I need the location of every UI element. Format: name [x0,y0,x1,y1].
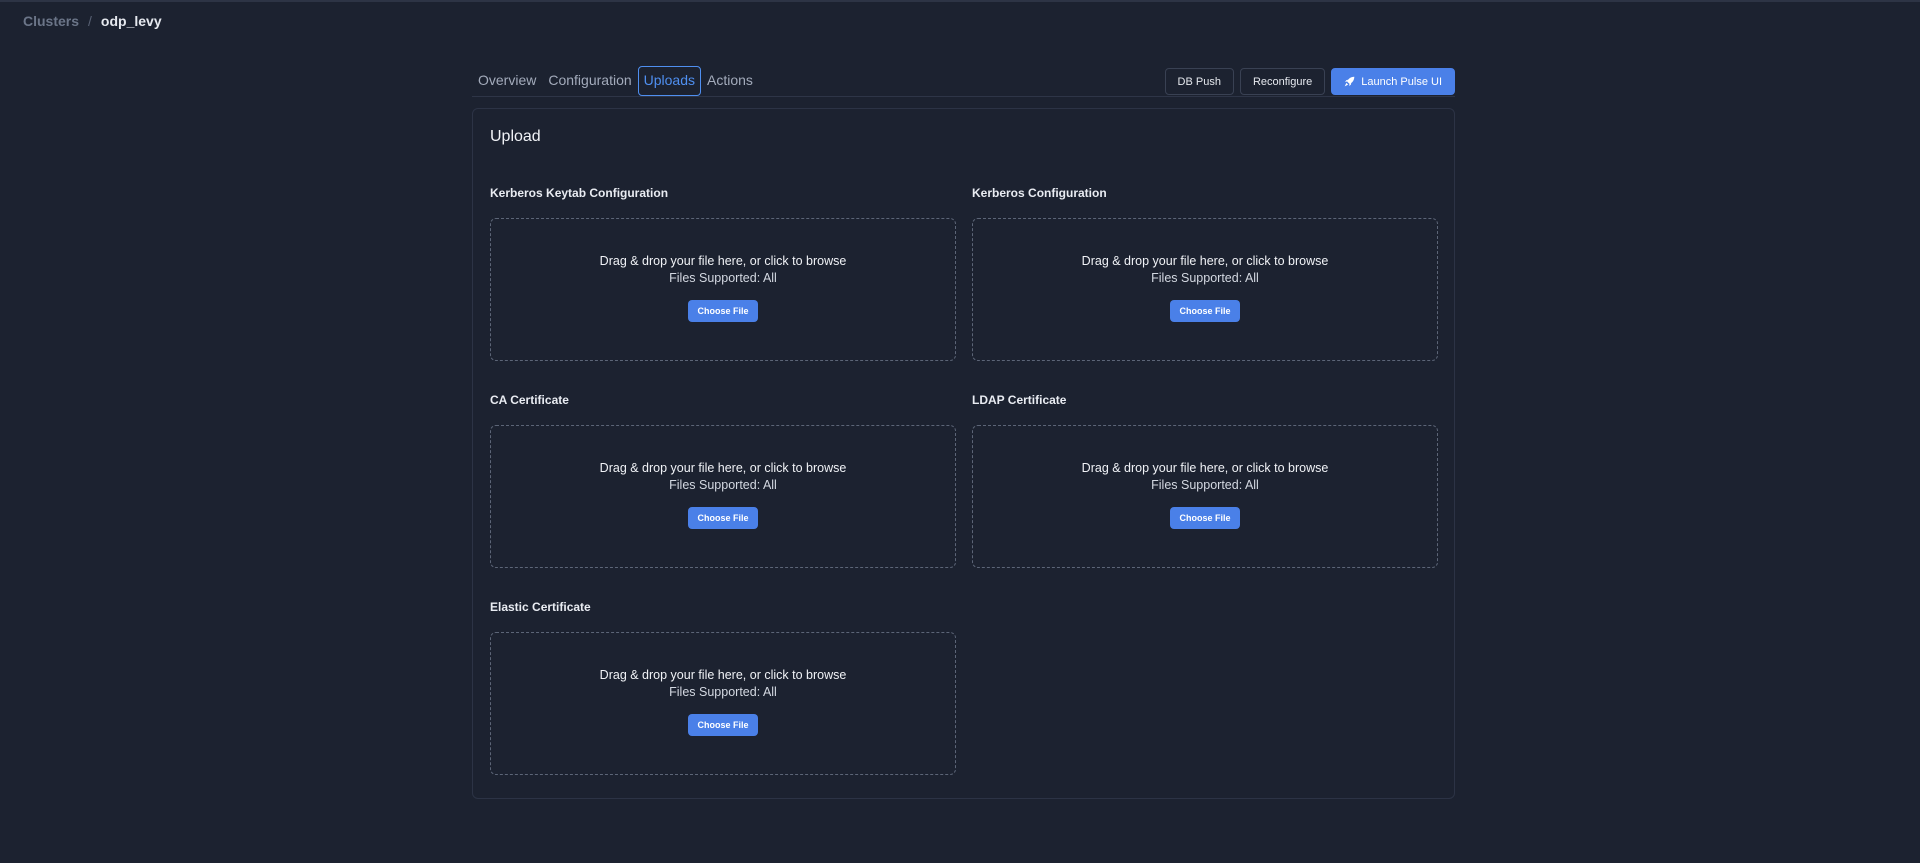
rocket-icon [1344,76,1355,87]
dropzone-instructions: Drag & drop your file here, or click to … [599,461,847,475]
tab-overview[interactable]: Overview [472,66,542,96]
launch-pulse-ui-button[interactable]: Launch Pulse UI [1331,68,1455,95]
upload-title: Upload [490,128,541,145]
file-dropzone[interactable]: Drag & drop your file here, or click to … [490,218,956,361]
file-dropzone[interactable]: Drag & drop your file here, or click to … [490,425,956,568]
upload-section-ldap-certificate: LDAP Certificate Drag & drop your file h… [972,393,1438,568]
choose-file-button[interactable]: Choose File [688,300,758,322]
dropzone-supported-types: Files Supported: All [1151,478,1259,492]
launch-pulse-ui-label: Launch Pulse UI [1361,75,1442,88]
choose-file-button[interactable]: Choose File [1170,300,1240,322]
section-label: CA Certificate [490,393,569,407]
reconfigure-button[interactable]: Reconfigure [1239,68,1326,95]
file-dropzone[interactable]: Drag & drop your file here, or click to … [972,425,1438,568]
upload-section-kerberos-keytab: Kerberos Keytab Configuration Drag & dro… [490,186,956,361]
section-label: Kerberos Configuration [972,186,1107,200]
upload-card: Upload Kerberos Keytab Configuration Dra… [472,108,1455,799]
db-push-label: DB Push [1177,75,1221,88]
file-dropzone[interactable]: Drag & drop your file here, or click to … [490,632,956,775]
dropzone-instructions: Drag & drop your file here, or click to … [599,254,847,268]
section-label: Kerberos Keytab Configuration [490,186,669,200]
dropzone-supported-types: Files Supported: All [1151,271,1259,285]
choose-file-button[interactable]: Choose File [688,714,758,736]
breadcrumb-current: odp_levy [100,13,162,29]
tabs-bar: Overview Configuration Uploads Actions D… [472,66,1455,97]
top-border [0,0,1920,2]
breadcrumb-clusters-link[interactable]: Clusters [23,13,79,29]
section-label: LDAP Certificate [972,393,1067,407]
upload-section-elastic-certificate: Elastic Certificate Drag & drop your fil… [490,600,956,775]
tab-list: Overview Configuration Uploads Actions [472,66,759,96]
dropzone-instructions: Drag & drop your file here, or click to … [599,668,847,682]
upload-section-ca-certificate: CA Certificate Drag & drop your file her… [490,393,956,568]
header-actions: DB Push Reconfigure Launch Pulse UI [1164,68,1455,95]
dropzone-instructions: Drag & drop your file here, or click to … [1081,461,1329,475]
dropzone-supported-types: Files Supported: All [669,685,777,699]
choose-file-button[interactable]: Choose File [1170,507,1240,529]
file-dropzone[interactable]: Drag & drop your file here, or click to … [972,218,1438,361]
tab-uploads[interactable]: Uploads [637,66,702,96]
dropzone-supported-types: Files Supported: All [669,271,777,285]
choose-file-button[interactable]: Choose File [688,507,758,529]
breadcrumb-separator: / [88,13,92,29]
reconfigure-label: Reconfigure [1252,75,1313,88]
tab-configuration[interactable]: Configuration [542,66,637,96]
section-label: Elastic Certificate [490,600,591,614]
tab-actions[interactable]: Actions [701,66,759,96]
breadcrumb: Clusters / odp_levy [23,13,162,29]
dropzone-instructions: Drag & drop your file here, or click to … [1081,254,1329,268]
dropzone-supported-types: Files Supported: All [669,478,777,492]
upload-section-kerberos-config: Kerberos Configuration Drag & drop your … [972,186,1438,361]
db-push-button[interactable]: DB Push [1164,68,1234,95]
